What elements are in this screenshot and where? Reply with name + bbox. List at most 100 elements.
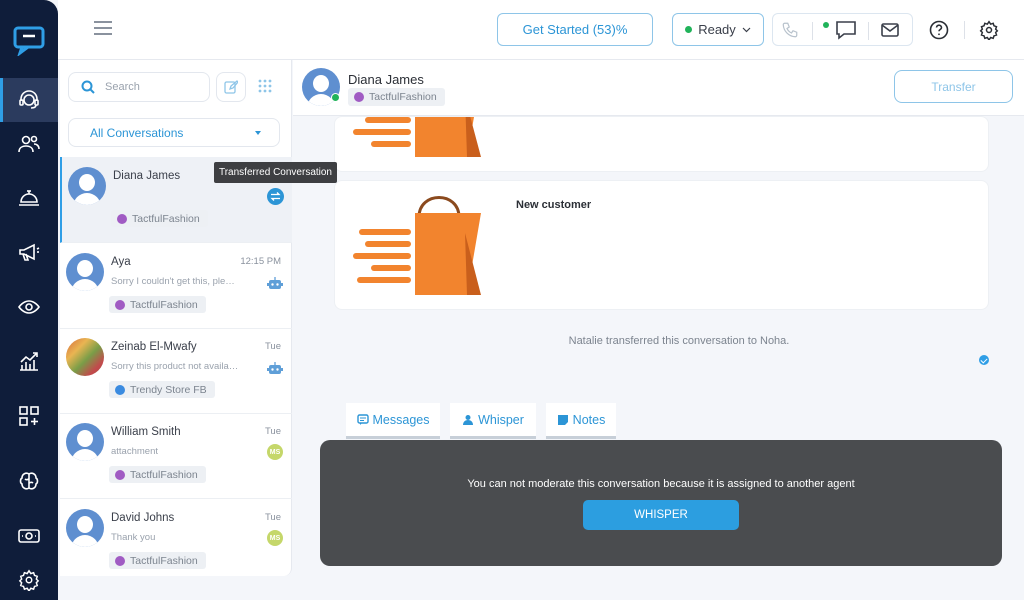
brand-tag-label: TactfulFashion: [130, 298, 198, 311]
status-dot: [685, 26, 693, 33]
eye-icon: [18, 300, 40, 314]
top-bar: Get Started (53)% Ready: [58, 0, 1024, 60]
settings-gear-icon[interactable]: [979, 20, 999, 40]
brand-tag: TactfulFashion: [111, 210, 208, 227]
message-preview: Sorry this product not available: [111, 361, 239, 372]
message-preview: Thank you: [111, 532, 156, 543]
help-icon[interactable]: [929, 20, 949, 40]
conversation-item[interactable]: David Johns Tue Thank you MS TactfulFash…: [60, 499, 292, 585]
megaphone-icon: [19, 243, 40, 261]
chat-bubble-icon[interactable]: [835, 20, 857, 40]
cash-icon: [18, 529, 40, 543]
hamburger-menu-icon[interactable]: [92, 18, 114, 38]
nav-monitor[interactable]: [0, 285, 58, 329]
brand-icon: [115, 469, 125, 480]
tab-messages[interactable]: Messages: [346, 403, 440, 439]
avatar: [68, 167, 106, 205]
contact-name: David Johns: [111, 512, 175, 524]
online-status-dot: [331, 93, 340, 102]
avatar: [66, 253, 104, 291]
shopping-bag-image: [353, 196, 481, 295]
messages-icon: [356, 413, 369, 425]
chat-online-dot: [823, 22, 829, 28]
bot-icon: [267, 277, 283, 289]
brand-tag-label: TactfulFashion: [369, 91, 437, 103]
filter-label: All Conversations: [90, 125, 184, 140]
tab-label: Whisper: [478, 412, 524, 427]
app-logo-icon: [13, 26, 45, 56]
nav-apps[interactable]: [0, 394, 58, 438]
last-message-time: 12:15 PM: [240, 256, 281, 267]
mail-icon[interactable]: [881, 22, 899, 38]
conversation-item[interactable]: William Smith Tue attachment MS TactfulF…: [60, 413, 292, 499]
transfer-icon: [267, 188, 284, 205]
transfer-button[interactable]: Transfer: [894, 70, 1013, 103]
contact-name: Zeinab El-Mwafy: [111, 341, 197, 353]
bot-icon: [267, 362, 283, 374]
nav-rail: [0, 0, 58, 600]
brand-icon: [117, 213, 127, 224]
channel-toggles: [772, 13, 913, 46]
tab-notes[interactable]: Notes: [546, 403, 616, 439]
channel-tag: Trendy Store FB: [109, 381, 215, 398]
chat-header: Diana James TactfulFashion Transfer: [293, 60, 1024, 116]
last-message-time: Tue: [264, 512, 281, 523]
message-card-image: New customer: [334, 180, 989, 310]
system-message: Natalie transferred this conversation to…: [568, 335, 790, 347]
delivered-check-icon: [979, 355, 989, 365]
tab-whisper[interactable]: Whisper: [450, 403, 536, 439]
headset-icon: [19, 90, 39, 109]
conversation-filter-dropdown[interactable]: All Conversations: [68, 118, 280, 147]
edit-icon: [224, 80, 238, 94]
nav-ai[interactable]: [0, 460, 58, 504]
messenger-icon: [115, 384, 125, 395]
brand-icon: [354, 92, 364, 102]
brand-icon: [115, 299, 125, 310]
nav-service[interactable]: [0, 175, 58, 219]
avatar: [66, 338, 104, 376]
channel-tag-label: Trendy Store FB: [130, 383, 207, 396]
nav-settings[interactable]: [0, 558, 58, 600]
agent-initials-badge: MS: [267, 444, 283, 460]
contact-name: Aya: [111, 256, 131, 268]
nav-contacts[interactable]: [0, 122, 58, 166]
conversation-item[interactable]: Zeinab El-Mwafy Tue Sorry this product n…: [60, 328, 292, 414]
users-icon: [18, 135, 40, 153]
brand-tag: TactfulFashion: [109, 466, 206, 483]
conversation-item[interactable]: Aya 12:15 PM Sorry I couldn't get this, …: [60, 243, 292, 329]
last-message-time: Tue: [264, 341, 281, 352]
whisper-icon: [463, 414, 474, 425]
gear-icon: [18, 569, 40, 591]
agent-initials-badge: MS: [267, 530, 283, 546]
nav-billing[interactable]: [0, 514, 58, 558]
last-message-time: Tue: [264, 426, 281, 437]
moderation-notice: You can not moderate this conversation b…: [320, 440, 1002, 566]
tab-label: Notes: [572, 412, 606, 427]
message-preview: Sorry I couldn't get this, please try ag…: [111, 276, 239, 287]
whisper-button[interactable]: WHISPER: [583, 500, 739, 530]
get-started-button[interactable]: Get Started (53)%: [497, 13, 653, 46]
chart-icon: [20, 352, 38, 371]
dialpad-button[interactable]: [250, 72, 280, 102]
brand-tag: TactfulFashion: [348, 88, 445, 106]
moderation-message: You can not moderate this conversation b…: [467, 478, 855, 490]
tab-label: Messages: [372, 412, 430, 427]
phone-icon[interactable]: [781, 21, 799, 39]
message-card-image: [334, 116, 989, 172]
brand-tag-label: TactfulFashion: [130, 468, 198, 481]
contact-name: William Smith: [111, 426, 181, 438]
divider: [812, 22, 813, 40]
brain-icon: [19, 472, 39, 490]
nav-analytics[interactable]: [0, 339, 58, 383]
compose-button[interactable]: [216, 72, 246, 102]
contact-name: Diana James: [113, 170, 181, 182]
brand-tag-label: TactfulFashion: [132, 212, 200, 225]
status-dropdown[interactable]: Ready: [672, 13, 764, 46]
nav-agent-inbox[interactable]: [0, 78, 58, 122]
chevron-down-icon: [742, 27, 751, 32]
avatar: [66, 509, 104, 547]
nav-campaigns[interactable]: [0, 230, 58, 274]
search-input[interactable]: Search: [68, 72, 210, 102]
transferred-tooltip: Transferred Conversation: [214, 162, 337, 183]
service-bell-icon: [19, 190, 39, 206]
